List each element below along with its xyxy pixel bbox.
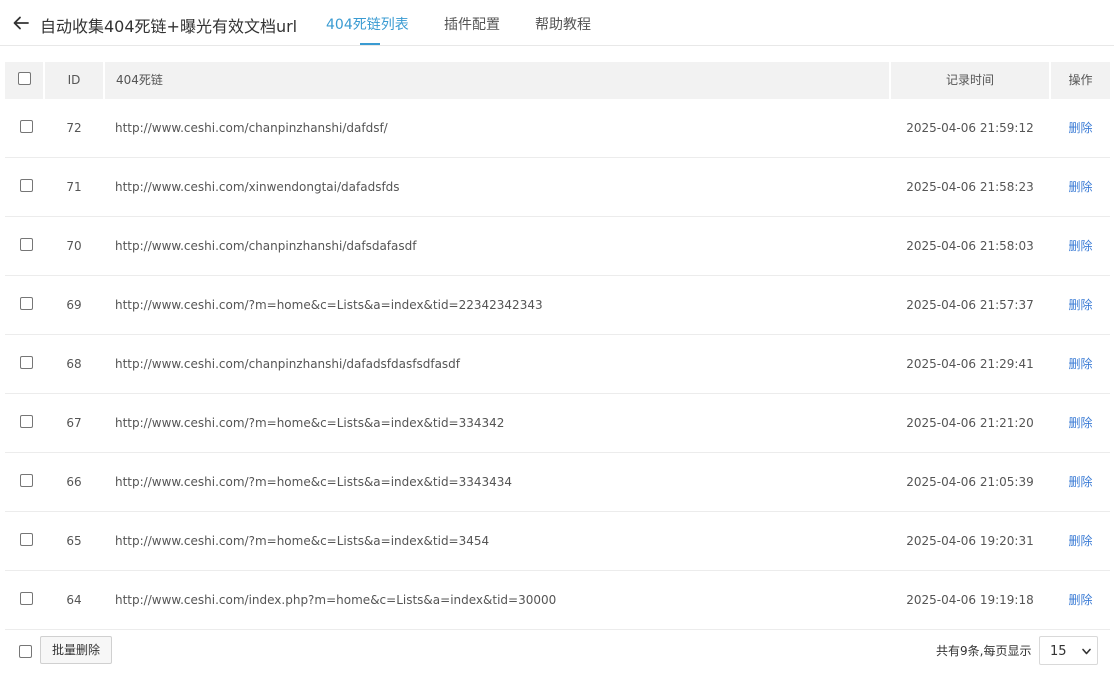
row-time: 2025-04-06 21:05:39	[906, 475, 1034, 489]
row-id: 72	[66, 121, 82, 135]
table-footer: 批量删除 共有9条,每页显示 15	[0, 630, 1114, 684]
row-checkbox[interactable]	[20, 415, 33, 428]
per-page-select[interactable]: 15	[1039, 636, 1098, 665]
table-row: 70 http://www.ceshi.com/chanpinzhanshi/da…	[5, 217, 1110, 276]
row-url: http://www.ceshi.com/chanpinzhanshi/dafs…	[115, 239, 417, 253]
table-row: 66 http://www.ceshi.com/?m=home&c=Lists&a…	[5, 453, 1110, 512]
row-url: http://www.ceshi.com/chanpinzhanshi/dafd…	[115, 121, 388, 135]
select-all-checkbox[interactable]	[18, 72, 31, 85]
row-checkbox[interactable]	[20, 474, 33, 487]
row-checkbox[interactable]	[20, 120, 33, 133]
row-action-cell: 删除	[1051, 512, 1110, 570]
delete-link[interactable]: 删除	[1068, 416, 1092, 430]
pagination-summary: 共有9条,每页显示	[936, 644, 1032, 658]
table-row: 69 http://www.ceshi.com/?m=home&c=Lists&a…	[5, 276, 1110, 335]
delete-link[interactable]: 删除	[1068, 239, 1092, 253]
header-action: 操作	[1051, 62, 1110, 99]
table-row: 64 http://www.ceshi.com/index.php?m=home&…	[5, 571, 1110, 630]
delete-link[interactable]: 删除	[1068, 357, 1092, 371]
tab-404-list[interactable]: 404死链列表	[326, 14, 409, 34]
tab-plugin-config[interactable]: 插件配置	[444, 14, 500, 34]
delete-link[interactable]: 删除	[1068, 180, 1092, 194]
row-action-cell: 删除	[1051, 394, 1110, 452]
deadlink-table: ID 404死链 记录时间 操作 72 http://www.ceshi.com/…	[5, 62, 1110, 630]
row-time: 2025-04-06 21:57:37	[906, 298, 1034, 312]
row-time: 2025-04-06 21:58:23	[906, 180, 1034, 194]
row-time: 2025-04-06 21:21:20	[906, 416, 1034, 430]
per-page-value: 15	[1050, 644, 1067, 659]
row-checkbox[interactable]	[20, 356, 33, 369]
row-time: 2025-04-06 21:58:03	[906, 239, 1034, 253]
delete-link[interactable]: 删除	[1068, 298, 1092, 312]
table-row: 72 http://www.ceshi.com/chanpinzhanshi/da…	[5, 99, 1110, 158]
delete-link[interactable]: 删除	[1068, 121, 1092, 135]
page-header: 自动收集404死链+曝光有效文档url 404死链列表 插件配置 帮助教程	[0, 0, 1114, 46]
row-id: 65	[66, 534, 82, 548]
table-body: 72 http://www.ceshi.com/chanpinzhanshi/da…	[5, 99, 1110, 630]
batch-delete-button[interactable]: 批量删除	[40, 636, 112, 664]
row-action-cell: 删除	[1051, 276, 1110, 334]
row-id: 68	[66, 357, 82, 371]
delete-link[interactable]: 删除	[1068, 475, 1092, 489]
table-row: 65 http://www.ceshi.com/?m=home&c=Lists&a…	[5, 512, 1110, 571]
row-id: 64	[66, 593, 82, 607]
row-checkbox[interactable]	[20, 533, 33, 546]
row-action-cell: 删除	[1051, 453, 1110, 511]
row-url: http://www.ceshi.com/?m=home&c=Lists&a=i…	[115, 534, 490, 548]
row-id: 70	[66, 239, 82, 253]
row-url: http://www.ceshi.com/xinwendongtai/dafad…	[115, 180, 400, 194]
row-action-cell: 删除	[1051, 158, 1110, 216]
delete-link[interactable]: 删除	[1068, 593, 1092, 607]
row-action-cell: 删除	[1051, 335, 1110, 393]
row-time: 2025-04-06 21:59:12	[906, 121, 1034, 135]
row-checkbox[interactable]	[20, 238, 33, 251]
header-url: 404死链	[105, 62, 889, 99]
chevron-down-icon	[1082, 648, 1091, 655]
row-time: 2025-04-06 19:20:31	[906, 534, 1034, 548]
arrow-left-icon[interactable]	[12, 14, 30, 32]
header-time: 记录时间	[891, 62, 1049, 99]
row-action-cell: 删除	[1051, 99, 1110, 157]
row-id: 71	[66, 180, 82, 194]
row-time: 2025-04-06 19:19:18	[906, 593, 1034, 607]
row-url: http://www.ceshi.com/?m=home&c=Lists&a=i…	[115, 416, 505, 430]
row-url: http://www.ceshi.com/index.php?m=home&c=…	[115, 593, 557, 607]
row-checkbox[interactable]	[20, 297, 33, 310]
row-url: http://www.ceshi.com/?m=home&c=Lists&a=i…	[115, 475, 513, 489]
table-header: ID 404死链 记录时间 操作	[5, 62, 1110, 99]
row-action-cell: 删除	[1051, 217, 1110, 275]
row-time: 2025-04-06 21:29:41	[906, 357, 1034, 371]
row-url: http://www.ceshi.com/chanpinzhanshi/dafa…	[115, 357, 461, 371]
footer-select-all-checkbox[interactable]	[19, 645, 32, 658]
row-checkbox[interactable]	[20, 179, 33, 192]
table-row: 67 http://www.ceshi.com/?m=home&c=Lists&a…	[5, 394, 1110, 453]
table-row: 68 http://www.ceshi.com/chanpinzhanshi/da…	[5, 335, 1110, 394]
active-tab-indicator	[360, 43, 380, 45]
row-checkbox[interactable]	[20, 592, 33, 605]
tab-help[interactable]: 帮助教程	[535, 14, 591, 34]
page-title: 自动收集404死链+曝光有效文档url	[40, 17, 298, 36]
row-url: http://www.ceshi.com/?m=home&c=Lists&a=i…	[115, 298, 543, 312]
header-select-cell	[5, 62, 43, 99]
row-id: 67	[66, 416, 82, 430]
row-id: 66	[66, 475, 82, 489]
row-action-cell: 删除	[1051, 571, 1110, 629]
delete-link[interactable]: 删除	[1068, 534, 1092, 548]
row-id: 69	[66, 298, 82, 312]
table-row: 71 http://www.ceshi.com/xinwendongtai/daf…	[5, 158, 1110, 217]
header-id: ID	[45, 62, 103, 99]
